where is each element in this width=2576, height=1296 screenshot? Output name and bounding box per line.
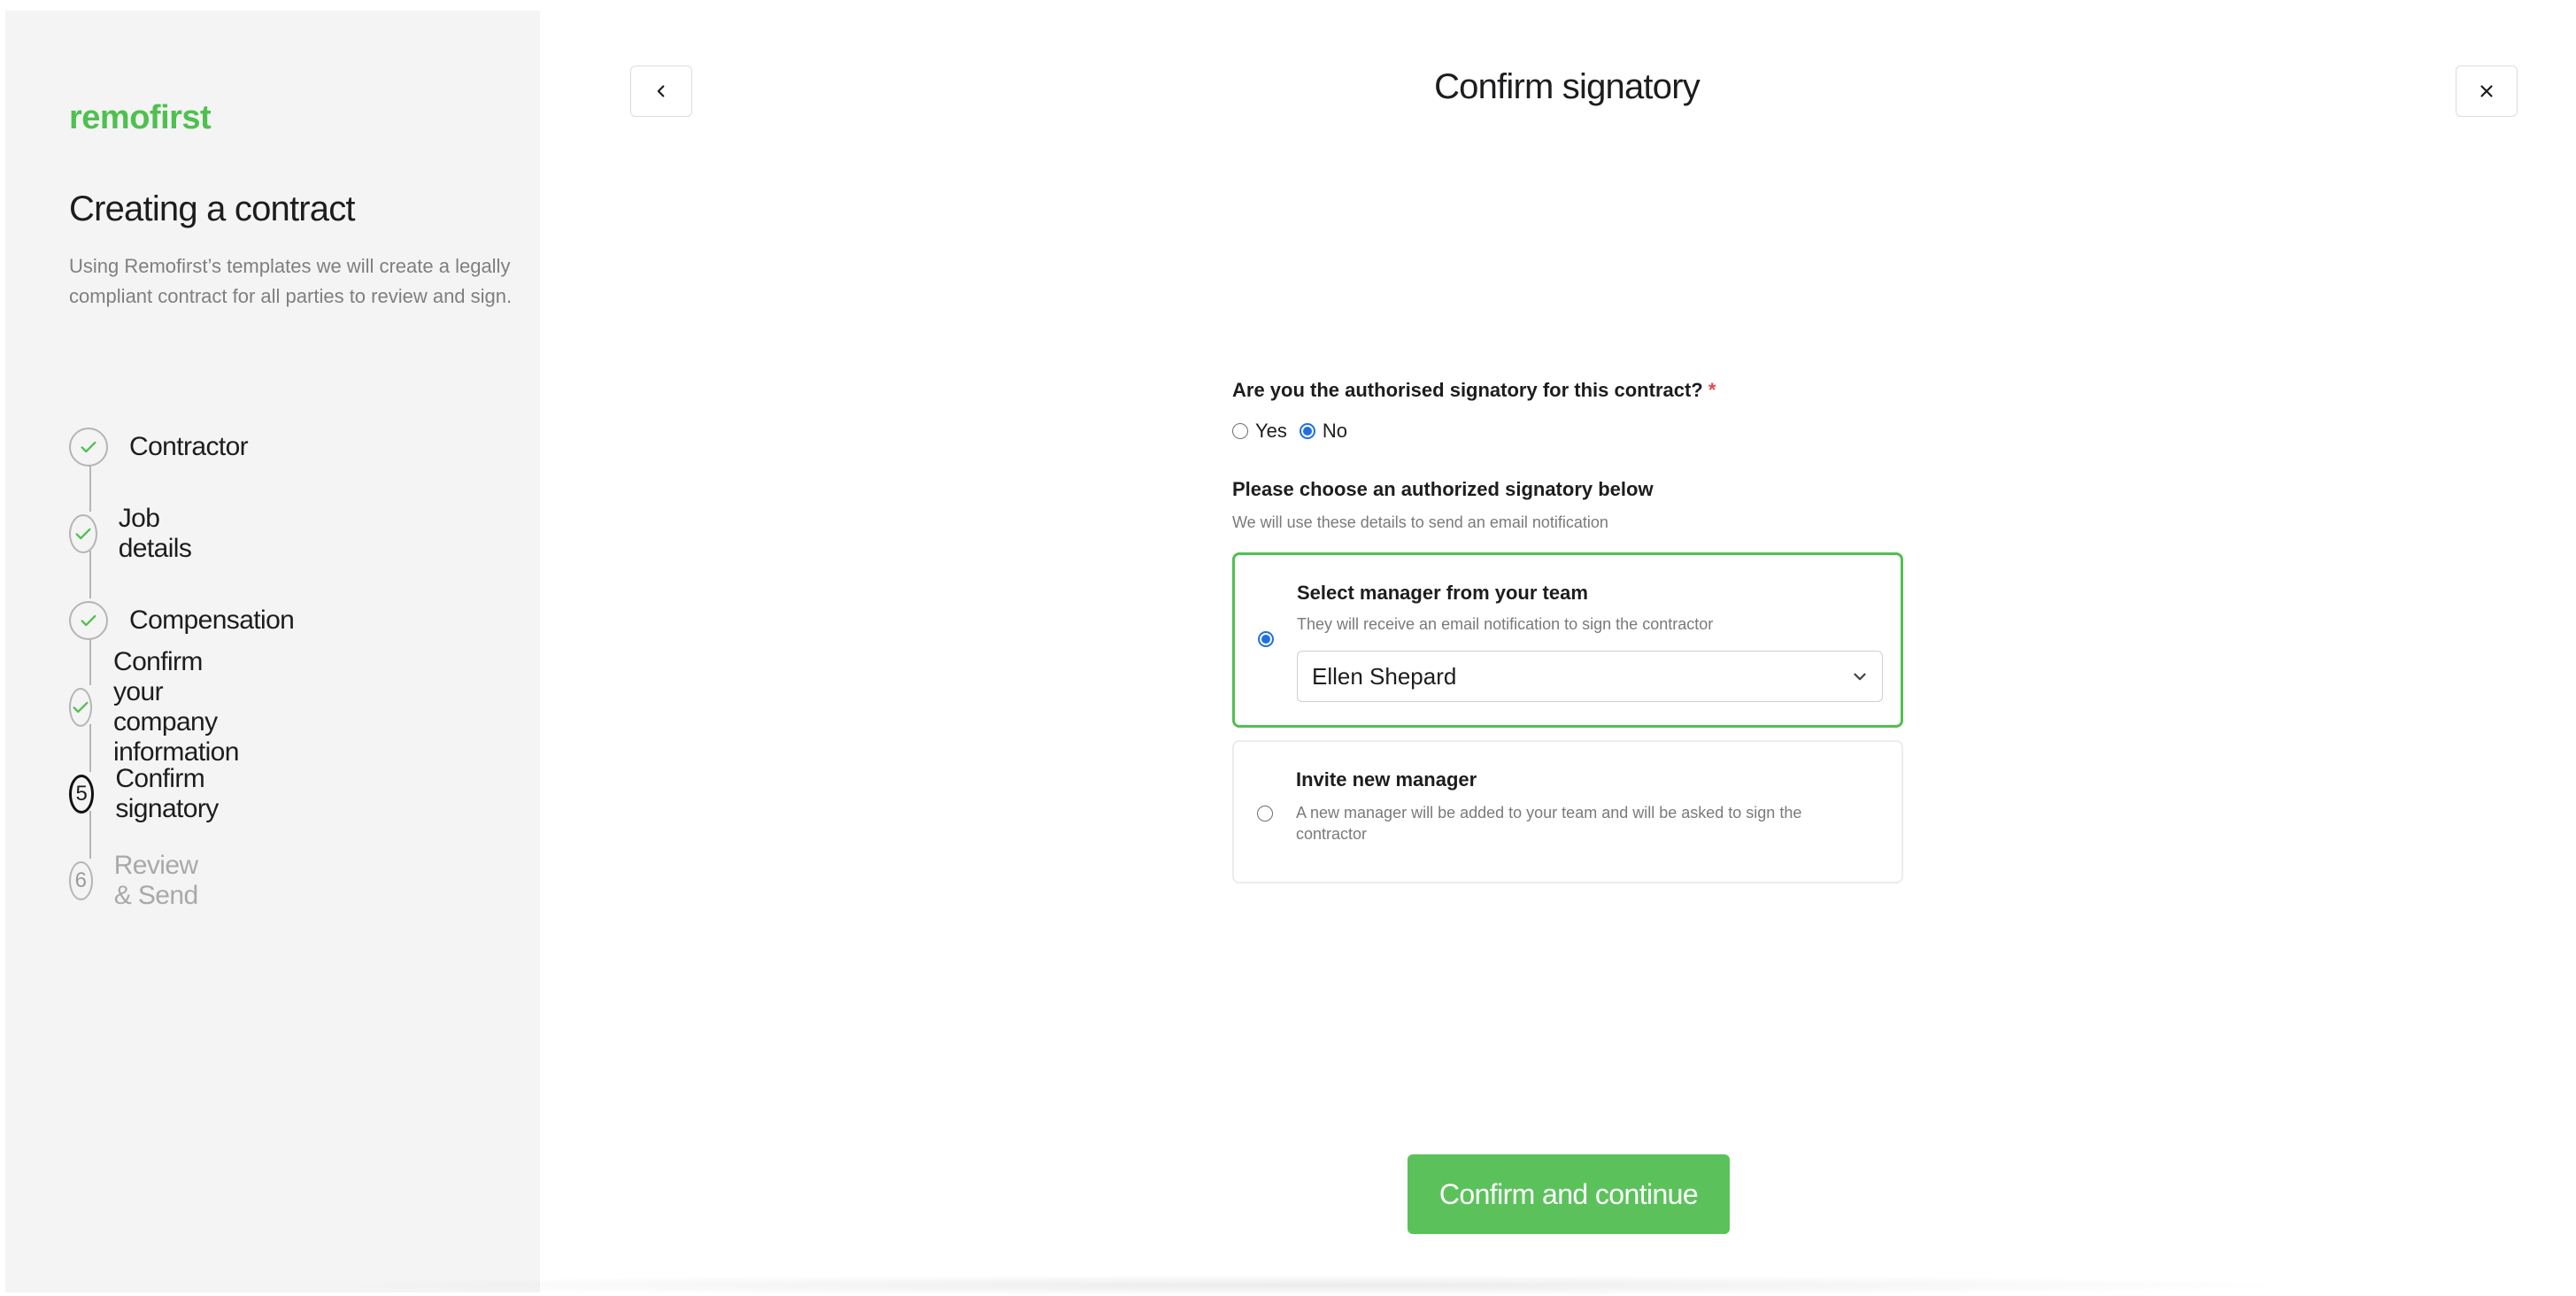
option-card-invite-manager[interactable]: Invite new manager A new manager will be… xyxy=(1232,740,1903,883)
step-label: Confirm your company information xyxy=(113,647,239,767)
required-mark: * xyxy=(1708,379,1716,401)
step-label: Review & Send xyxy=(113,851,198,910)
step-label: Confirm signatory xyxy=(115,764,219,823)
signatory-radio-group: Yes No xyxy=(1232,420,1360,443)
step-label: Compensation xyxy=(129,606,295,635)
remofirst-logo[interactable]: remofirst xyxy=(69,99,212,137)
signatory-section-hint: We will use these details to send an ema… xyxy=(1232,513,1608,531)
step-label: Contractor xyxy=(129,432,249,461)
radio-select-manager[interactable] xyxy=(1258,631,1274,647)
radio-no[interactable] xyxy=(1299,423,1315,439)
bottom-shadow xyxy=(292,1275,2328,1296)
sidebar-title: Creating a contract xyxy=(69,189,356,228)
check-icon xyxy=(69,688,92,727)
confirm-and-continue-button[interactable]: Confirm and continue xyxy=(1408,1154,1730,1234)
radio-invite-manager[interactable] xyxy=(1257,806,1273,822)
radio-yes[interactable] xyxy=(1232,423,1248,439)
step-connector xyxy=(89,637,91,685)
step-company-information[interactable]: Confirm your company information xyxy=(69,647,255,767)
step-job-details[interactable]: Job details xyxy=(69,504,203,563)
manager-select[interactable]: Ellen Shepard xyxy=(1297,651,1883,702)
option-description: They will receive an email notification … xyxy=(1297,615,1714,633)
step-connector xyxy=(89,551,91,598)
close-button[interactable] xyxy=(2456,66,2518,117)
step-number-badge: 5 xyxy=(69,775,95,814)
page-title: Confirm signatory xyxy=(1434,67,1701,106)
option-title: Select manager from your team xyxy=(1297,582,1588,604)
option-description: A new manager will be added to your team… xyxy=(1296,804,1802,843)
step-connector xyxy=(89,464,91,512)
option-title: Invite new manager xyxy=(1296,768,1477,791)
step-confirm-signatory[interactable]: 5 Confirm signatory xyxy=(69,764,232,823)
step-connector xyxy=(89,724,91,772)
step-contractor[interactable]: Contractor xyxy=(69,425,249,469)
step-number-badge: 6 xyxy=(69,861,93,900)
option-card-select-manager[interactable]: Select manager from your team They will … xyxy=(1232,552,1903,728)
step-label: Job details xyxy=(118,504,192,563)
check-icon xyxy=(69,601,108,640)
check-icon xyxy=(69,514,97,553)
sidebar-description: Using Remofirst’s templates we will crea… xyxy=(69,255,513,307)
step-review-send: 6 Review & Send xyxy=(69,851,213,910)
sidebar: remofirst Creating a contract Using Remo… xyxy=(5,11,540,1292)
manager-select-value: Ellen Shepard xyxy=(1312,662,1457,690)
question-text: Are you the authorised signatory for thi… xyxy=(1232,379,1703,401)
close-icon xyxy=(2480,85,2493,97)
back-button[interactable] xyxy=(630,66,692,117)
check-icon xyxy=(69,428,108,467)
chevron-down-icon xyxy=(1854,673,1866,681)
radio-yes-label[interactable]: Yes xyxy=(1255,420,1287,443)
radio-no-label[interactable]: No xyxy=(1323,420,1347,443)
chevron-left-icon xyxy=(657,85,665,97)
step-connector xyxy=(89,811,91,859)
signatory-question: Are you the authorised signatory for thi… xyxy=(1232,379,1905,402)
signatory-form: Are you the authorised signatory for thi… xyxy=(1232,379,1905,883)
signatory-section-label: Please choose an authorized signatory be… xyxy=(1232,478,1654,500)
step-compensation[interactable]: Compensation xyxy=(69,598,295,643)
